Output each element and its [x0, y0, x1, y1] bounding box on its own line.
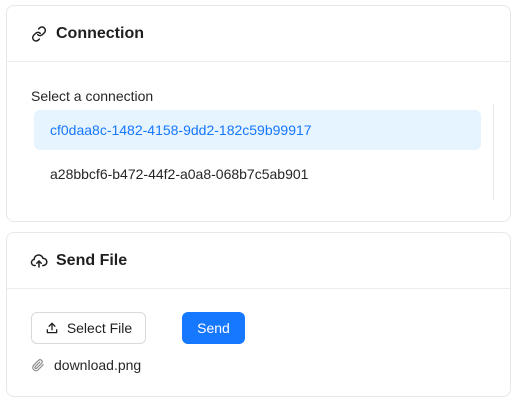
selected-file: download.png: [31, 355, 141, 375]
list-scrollbar[interactable]: [493, 104, 494, 200]
connection-card: Connection Select a connection cf0daa8c-…: [6, 5, 511, 222]
cloud-upload-icon: [30, 252, 48, 270]
file-name: download.png: [54, 357, 142, 373]
connection-card-header: Connection: [7, 6, 510, 62]
connection-item-id: a28bbcf6-b472-44f2-a0a8-068b7c5ab901: [50, 166, 309, 182]
send-file-card-header: Send File: [7, 233, 510, 289]
send-button[interactable]: Send: [182, 312, 245, 344]
connection-card-title: Connection: [56, 24, 144, 42]
send-file-card-title: Send File: [56, 251, 128, 269]
connection-item[interactable]: a28bbcf6-b472-44f2-a0a8-068b7c5ab901: [34, 154, 481, 194]
select-file-button[interactable]: Select File: [31, 312, 146, 344]
send-file-card: Send File Select File Send download.png: [6, 232, 511, 397]
upload-icon: [45, 321, 59, 335]
select-file-label: Select File: [66, 320, 133, 336]
paperclip-icon: [31, 358, 45, 372]
connection-list: cf0daa8c-1482-4158-9dd2-182c59b99917 a28…: [34, 104, 494, 200]
connection-item[interactable]: cf0daa8c-1482-4158-9dd2-182c59b99917: [34, 110, 481, 150]
select-connection-label: Select a connection: [31, 88, 154, 104]
link-icon: [30, 25, 48, 43]
connection-item-id: cf0daa8c-1482-4158-9dd2-182c59b99917: [50, 122, 312, 138]
